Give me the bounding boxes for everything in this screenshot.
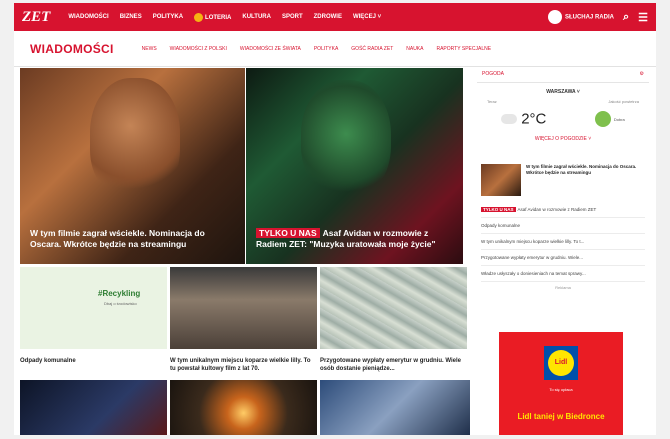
subnav-item-news[interactable]: NEWS — [142, 46, 157, 52]
current-weather: 2°C — [501, 110, 546, 128]
bottom-article-image-police[interactable] — [20, 380, 167, 435]
sidebar-featured-article[interactable]: W tym filmie zagrał wściekle. Nominacja … — [477, 164, 649, 196]
subnav-item-reports[interactable]: RAPORTY SPECJALNE — [436, 46, 491, 52]
subnav-item-science[interactable]: NAUKA — [406, 46, 423, 52]
nav-item-culture[interactable]: KULTURA — [242, 14, 271, 20]
article-card[interactable]: Przygotowane wypłaty emerytur w grudniu.… — [320, 267, 467, 373]
weather-title: POGODA — [482, 71, 504, 77]
ad-label: Reklama — [555, 285, 571, 290]
list-item[interactable]: Odpady komunalne — [481, 218, 645, 234]
weather-header: POGODA ⚙ — [477, 68, 649, 83]
article-card[interactable]: #Recykling Dbaj o środowisko Odpady komu… — [20, 267, 167, 365]
subnav-item-guest[interactable]: GOŚĆ RADIA ZET — [351, 46, 393, 52]
hero-image-singer — [301, 80, 391, 200]
section-title[interactable]: WIADOMOŚCI — [30, 42, 114, 56]
temperature: 2°C — [521, 110, 547, 128]
listen-radio-label: SŁUCHAJ RADIA — [564, 14, 614, 21]
hero-image-actor — [90, 78, 180, 198]
cloud-icon — [501, 113, 518, 124]
subnav-item-world[interactable]: WIADOMOŚCI ZE ŚWIATA — [240, 46, 301, 52]
weather-now-label: Teraz — [487, 99, 497, 104]
nav-item-news[interactable]: WIADOMOŚCI — [68, 14, 108, 20]
ad-headline: Lidl taniej w Biedronce — [517, 412, 605, 421]
hero-title-1[interactable]: W tym filmie zagrał wściekle. Nominacja … — [30, 228, 237, 250]
weather-row: 2°C Dobra — [477, 110, 649, 128]
top-navigation-bar: ZET WIADOMOŚCI BIZNES POLITYKA LOTERIA K… — [14, 3, 656, 31]
section-header: WIADOMOŚCI NEWS WIADOMOŚCI Z POLSKI WIAD… — [14, 31, 656, 67]
topbar-actions: SŁUCHAJ RADIA ⌕ ☰ — [547, 10, 648, 24]
main-page: WIADOMOŚCI NEWS WIADOMOŚCI Z POLSKI WIAD… — [14, 31, 656, 435]
list-item-badge: TYLKO U NAS — [481, 207, 516, 212]
recycling-image-subtext: Dbaj o środowisko — [104, 301, 137, 306]
nav-item-more[interactable]: WIĘCEJ ˅ — [353, 14, 381, 20]
list-item[interactable]: Władze usłyszały o doniesieniach na tema… — [481, 266, 645, 282]
list-item[interactable]: TYLKO U NAS Asaf Avidan w rozmowie z Radi… — [481, 202, 645, 218]
sidebar-news-list: TYLKO U NAS Asaf Avidan w rozmowie z Radi… — [477, 202, 649, 282]
article-card-title: Przygotowane wypłaty emerytur w grudniu.… — [320, 358, 461, 372]
article-card[interactable]: W tym unikalnym miejscu koparze wielkie … — [170, 267, 317, 373]
list-item-text: Asaf Avidan w rozmowie z Radiem ZET — [517, 207, 597, 212]
menu-icon[interactable]: ☰ — [638, 11, 648, 24]
sidebar: POGODA ⚙ WARSZAWA ˅ Teraz Jakość powietr… — [477, 68, 649, 435]
sidebar-article-thumbnail — [481, 164, 521, 196]
subnav-item-politics[interactable]: POLITYKA — [314, 46, 338, 52]
weather-more-link[interactable]: WIĘCEJ O POGODZIE ˅ — [477, 136, 649, 142]
lidl-logo: Lidl — [544, 346, 578, 380]
play-icon — [547, 10, 562, 24]
settings-icon[interactable]: ⚙ — [640, 71, 644, 77]
nav-item-health[interactable]: ZDROWIE — [314, 14, 342, 20]
article-card-title: W tym unikalnym miejscu koparze wielkie … — [170, 358, 311, 372]
air-quality-icon — [594, 111, 611, 127]
banknotes-image — [320, 267, 467, 349]
site-logo[interactable]: ZET — [22, 9, 50, 26]
bottom-article-image-explosion[interactable] — [170, 380, 317, 435]
weather-more-label: WIĘCEJ O POGODZIE — [534, 136, 587, 142]
main-nav: WIADOMOŚCI BIZNES POLITYKA LOTERIA KULTU… — [68, 12, 381, 22]
section-subnav: NEWS WIADOMOŚCI Z POLSKI WIADOMOŚCI ZE Ś… — [142, 46, 491, 52]
hero-article-1[interactable]: W tym filmie zagrał wściekle. Nominacja … — [20, 68, 245, 264]
recycling-image: #Recykling Dbaj o środowisko — [20, 267, 167, 349]
subnav-item-poland[interactable]: WIADOMOŚCI Z POLSKI — [170, 46, 227, 52]
article-card-title: Odpady komunalne — [20, 358, 76, 364]
air-quality-value: Dobra — [613, 116, 625, 122]
film-still-image — [170, 267, 317, 349]
exclusive-badge: TYLKO U NAS — [256, 228, 320, 238]
hero-article-2[interactable]: TYLKO U NAS Asaf Avidan w rozmowie z Radi… — [246, 68, 463, 264]
list-item[interactable]: Przygotowane wypłaty emerytur w grudniu.… — [481, 250, 645, 266]
listen-radio-button[interactable]: SŁUCHAJ RADIA — [547, 10, 614, 24]
advertisement-banner[interactable]: Lidl To się opłaca Lidl taniej w Biedron… — [499, 332, 623, 435]
nav-item-sport[interactable]: SPORT — [282, 14, 303, 20]
hero-caption-2[interactable]: TYLKO U NAS Asaf Avidan w rozmowie z Radi… — [256, 228, 455, 250]
sidebar-article-title: W tym filmie zagrał wściekle. Nominacja … — [526, 164, 637, 175]
lottery-icon — [194, 12, 204, 22]
weather-labels: Teraz Jakość powietrza — [477, 99, 649, 104]
lidl-logo-text: Lidl — [548, 350, 574, 376]
bottom-article-image-politicians[interactable] — [320, 380, 470, 435]
search-icon[interactable]: ⌕ — [623, 11, 629, 24]
air-quality: Dobra — [594, 111, 625, 127]
air-quality-label: Jakość powietrza — [608, 99, 639, 104]
ad-slogan: To się opłaca — [549, 387, 573, 392]
nav-item-politics[interactable]: POLITYKA — [153, 14, 183, 20]
nav-item-business[interactable]: BIZNES — [120, 14, 142, 20]
list-item[interactable]: W tym unikalnym miejscu koparze wielkie … — [481, 234, 645, 250]
nav-item-lottery[interactable]: LOTERIA — [194, 12, 232, 22]
recycling-image-text: #Recykling — [98, 289, 141, 298]
city-label: WARSZAWA — [546, 89, 576, 95]
city-selector[interactable]: WARSZAWA ˅ — [477, 89, 649, 95]
nav-item-more-label: WIĘCEJ — [352, 14, 376, 20]
nav-item-lottery-label: LOTERIA — [205, 14, 232, 21]
